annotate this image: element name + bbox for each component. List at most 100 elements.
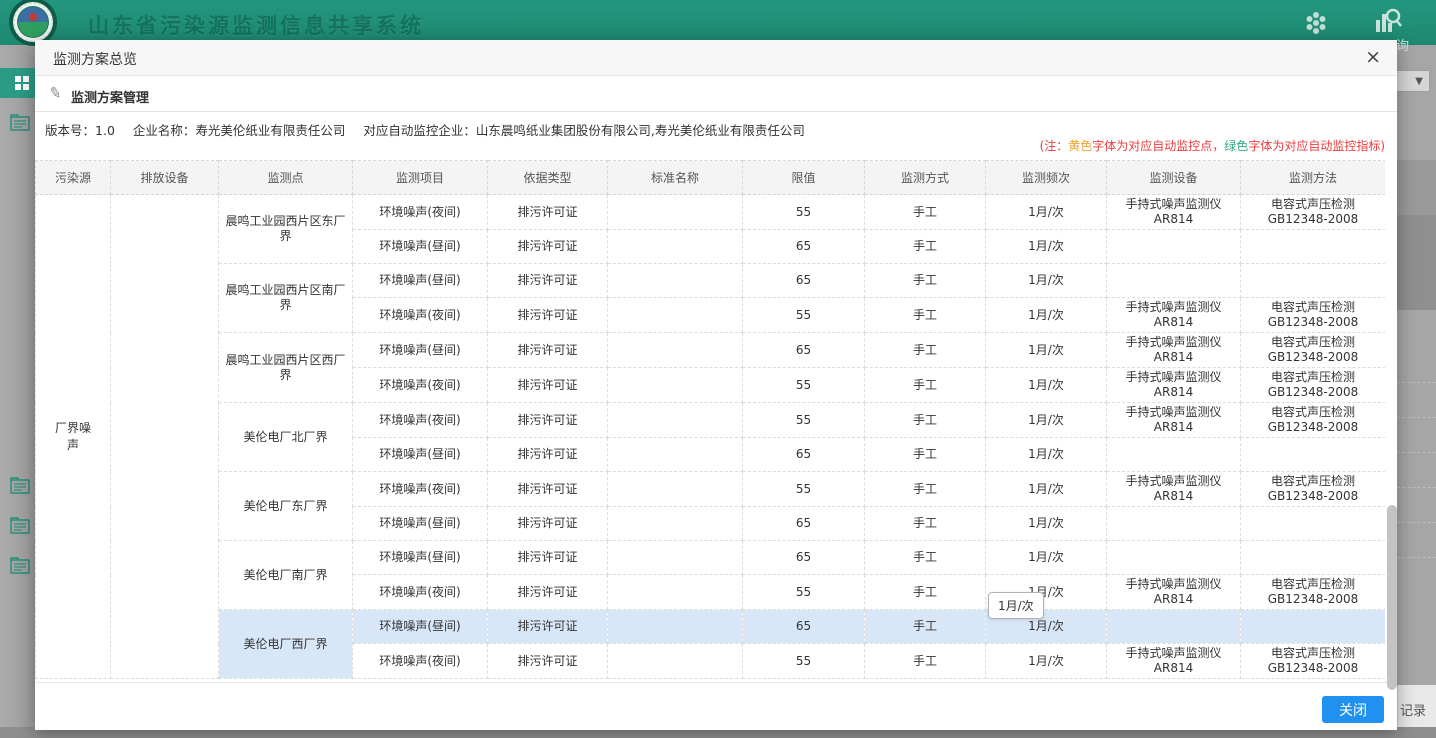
cell-basis-type: 排污许可证	[488, 195, 608, 230]
cell-monitoring-mode: 手工	[865, 575, 986, 610]
cell-monitoring-point: 晨鸣工业园西片区南厂界	[219, 264, 353, 333]
cell-monitoring-method: 电容式声压检测GB12348-2008	[1241, 195, 1386, 230]
modal-title: 监测方案总览	[53, 49, 137, 69]
cell-monitoring-frequency: 1月/次	[986, 195, 1107, 230]
cell-monitoring-frequency: 1月/次	[986, 403, 1107, 438]
column-header: 监测设备	[1107, 161, 1241, 195]
table-row[interactable]: 美伦电厂西厂界环境噪声(昼间)排污许可证65手工1月/次	[36, 610, 1386, 644]
table-row[interactable]: 美伦电厂南厂界环境噪声(昼间)排污许可证65手工1月/次	[36, 541, 1386, 575]
cell-monitoring-device	[1107, 230, 1241, 264]
cell-limit-value: 55	[743, 472, 865, 507]
monitoring-plan-modal: 监测方案总览 × ✎ 监测方案管理 版本号：1.0 企业名称：寿光美伦纸业有限责…	[35, 40, 1397, 730]
cell-monitoring-frequency: 1月/次	[986, 230, 1107, 264]
plan-table-container: 污染源排放设备监测点监测项目依据类型标准名称限值监测方式监测频次监测设备监测方法…	[35, 160, 1385, 682]
cell-basis-type: 排污许可证	[488, 368, 608, 403]
close-button[interactable]: 关闭	[1322, 696, 1384, 723]
cell-monitoring-method	[1241, 230, 1386, 264]
table-row[interactable]: 晨鸣工业园西片区西厂界环境噪声(昼间)排污许可证65手工1月/次手持式噪声监测仪…	[36, 333, 1386, 368]
note-yellow: 黄色	[1068, 139, 1092, 153]
background-grid-line	[1397, 417, 1436, 418]
cell-monitoring-method	[1241, 438, 1386, 472]
cell-pollution-source: 厂界噪声	[36, 195, 111, 679]
cell-discharge-equipment	[111, 195, 219, 679]
cell-limit-value: 65	[743, 333, 865, 368]
header-row: 污染源排放设备监测点监测项目依据类型标准名称限值监测方式监测频次监测设备监测方法	[36, 161, 1386, 195]
background-content	[1397, 45, 1436, 727]
cell-monitoring-point: 晨鸣工业园西片区西厂界	[219, 333, 353, 403]
cell-monitoring-device: 手持式噪声监测仪AR814	[1107, 195, 1241, 230]
cell-monitoring-method: 电容式声压检测GB12348-2008	[1241, 403, 1386, 438]
cell-monitoring-device	[1107, 264, 1241, 298]
cell-limit-value: 65	[743, 438, 865, 472]
cell-monitoring-method: 电容式声压检测GB12348-2008	[1241, 472, 1386, 507]
background-row	[1397, 160, 1436, 215]
cell-standard-name	[608, 610, 743, 644]
folder-icon[interactable]	[10, 113, 30, 135]
query-menu-label[interactable]: 询	[1396, 35, 1409, 54]
cell-monitoring-frequency: 1月/次	[986, 541, 1107, 575]
cell-monitoring-frequency: 1月/次	[986, 472, 1107, 507]
table-row[interactable]: 厂界噪声晨鸣工业园西片区东厂界环境噪声(夜间)排污许可证55手工1月/次手持式噪…	[36, 195, 1386, 230]
cell-standard-name	[608, 575, 743, 610]
cell-monitoring-method: 电容式声压检测GB12348-2008	[1241, 368, 1386, 403]
column-header: 监测方式	[865, 161, 986, 195]
cell-limit-value: 55	[743, 298, 865, 333]
note-green: 绿色	[1224, 139, 1248, 153]
plan-table-body: 厂界噪声晨鸣工业园西片区东厂界环境噪声(夜间)排污许可证55手工1月/次手持式噪…	[36, 195, 1386, 679]
cell-monitoring-device: 手持式噪声监测仪AR814	[1107, 403, 1241, 438]
plan-table: 污染源排放设备监测点监测项目依据类型标准名称限值监测方式监测频次监测设备监测方法…	[35, 160, 1385, 679]
plan-info: 版本号：1.0 企业名称：寿光美伦纸业有限责任公司 对应自动监控企业：山东晨鸣纸…	[45, 120, 805, 139]
scrollbar-thumb[interactable]	[1387, 505, 1397, 690]
sidebar-item-dashboard[interactable]	[0, 68, 35, 98]
cell-monitoring-item: 环境噪声(夜间)	[353, 195, 488, 230]
apps-grid-icon[interactable]	[1303, 9, 1329, 39]
cell-monitoring-device	[1107, 507, 1241, 541]
cell-monitoring-method: 电容式声压检测GB12348-2008	[1241, 644, 1386, 679]
modal-titlebar: 监测方案总览 ×	[35, 40, 1397, 76]
cell-monitoring-item: 环境噪声(夜间)	[353, 403, 488, 438]
cell-monitoring-mode: 手工	[865, 298, 986, 333]
note-prefix: (注：	[1040, 139, 1069, 153]
cell-monitoring-point: 美伦电厂东厂界	[219, 472, 353, 541]
auto-company-label: 对应自动监控企业：	[363, 123, 476, 138]
cell-limit-value: 65	[743, 230, 865, 264]
sidebar	[0, 45, 35, 727]
app-header: 山东省污染源监测信息共享系统	[0, 0, 1436, 45]
column-header: 监测频次	[986, 161, 1107, 195]
note-mid: 字体为对应自动监控点，	[1092, 139, 1224, 153]
cell-monitoring-method: 电容式声压检测GB12348-2008	[1241, 333, 1386, 368]
cell-monitoring-method	[1241, 610, 1386, 644]
auto-company-value: 山东晨鸣纸业集团股份有限公司,寿光美伦纸业有限责任公司	[476, 123, 805, 138]
cell-monitoring-mode: 手工	[865, 472, 986, 507]
folder-icon[interactable]	[10, 556, 30, 578]
cell-monitoring-item: 环境噪声(昼间)	[353, 264, 488, 298]
cell-limit-value: 65	[743, 507, 865, 541]
table-row[interactable]: 晨鸣工业园西片区南厂界环境噪声(昼间)排污许可证65手工1月/次	[36, 264, 1386, 298]
note-suffix: 字体为对应自动监控指标)	[1248, 139, 1385, 153]
cell-standard-name	[608, 230, 743, 264]
cell-basis-type: 排污许可证	[488, 333, 608, 368]
cell-monitoring-mode: 手工	[865, 610, 986, 644]
cell-monitoring-mode: 手工	[865, 333, 986, 368]
table-row[interactable]: 美伦电厂北厂界环境噪声(夜间)排污许可证55手工1月/次手持式噪声监测仪AR81…	[36, 403, 1386, 438]
cell-monitoring-device: 手持式噪声监测仪AR814	[1107, 472, 1241, 507]
cell-monitoring-item: 环境噪声(昼间)	[353, 507, 488, 541]
cell-monitoring-method	[1241, 264, 1386, 298]
folder-icon[interactable]	[10, 516, 30, 538]
app-title: 山东省污染源监测信息共享系统	[88, 10, 424, 40]
cell-basis-type: 排污许可证	[488, 403, 608, 438]
table-row[interactable]: 美伦电厂东厂界环境噪声(夜间)排污许可证55手工1月/次手持式噪声监测仪AR81…	[36, 472, 1386, 507]
cell-standard-name	[608, 644, 743, 679]
background-grid-line	[1397, 452, 1436, 453]
folder-icon[interactable]	[10, 476, 30, 498]
cell-basis-type: 排污许可证	[488, 472, 608, 507]
cell-standard-name	[608, 298, 743, 333]
cell-standard-name	[608, 438, 743, 472]
cell-monitoring-device	[1107, 541, 1241, 575]
cell-monitoring-frequency: 1月/次	[986, 333, 1107, 368]
cell-standard-name	[608, 507, 743, 541]
cell-monitoring-device: 手持式噪声监测仪AR814	[1107, 644, 1241, 679]
close-icon[interactable]: ×	[1365, 46, 1381, 68]
column-header: 监测项目	[353, 161, 488, 195]
cell-basis-type: 排污许可证	[488, 610, 608, 644]
